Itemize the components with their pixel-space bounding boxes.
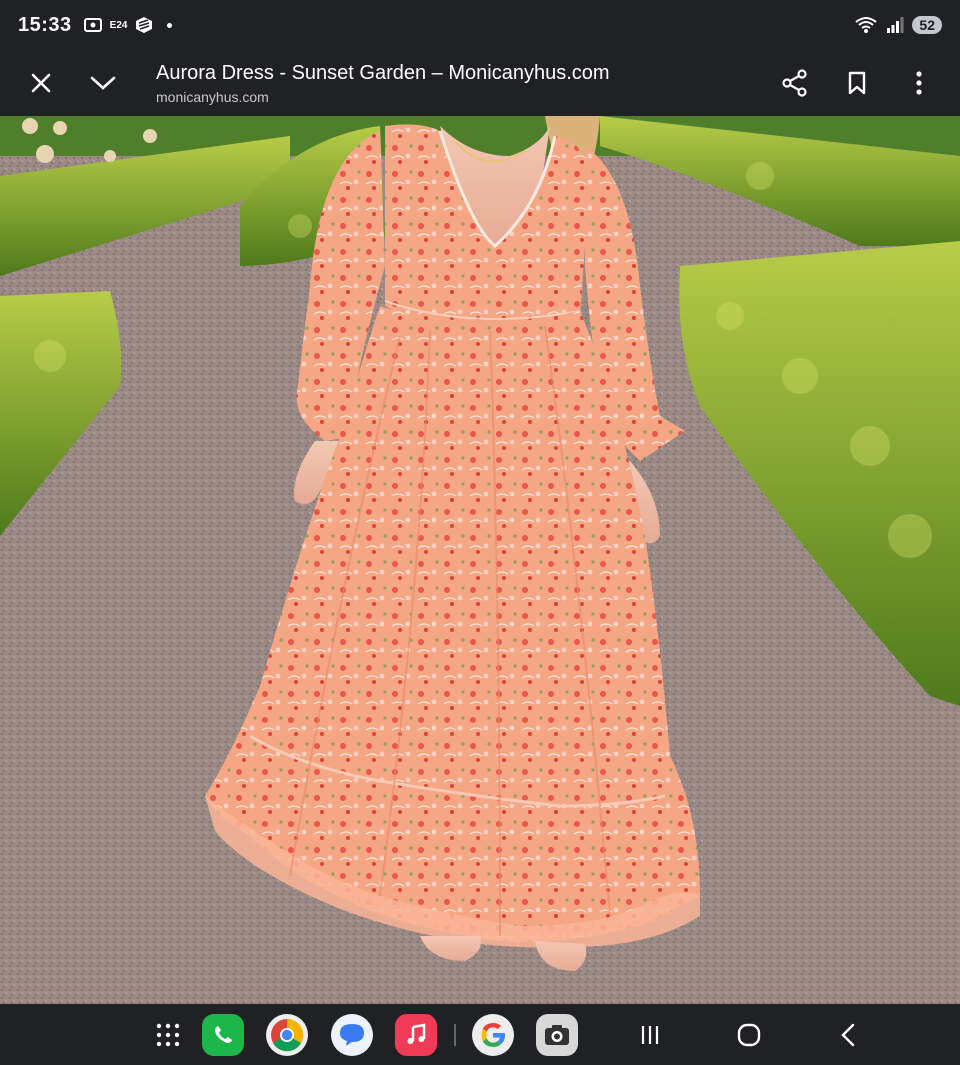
close-icon [31, 73, 51, 93]
page-title: Aurora Dress - Sunset Garden – Monicanyh… [156, 61, 610, 84]
messages-icon [340, 1024, 364, 1046]
status-notification-icons: E24 [83, 16, 173, 34]
bookmark-button[interactable] [826, 52, 888, 114]
close-button[interactable] [10, 52, 72, 114]
bookmark-icon [848, 71, 866, 95]
more-vert-icon [916, 71, 922, 95]
camera-icon [545, 1025, 569, 1045]
back-icon [841, 1023, 855, 1047]
recents-button[interactable] [635, 1020, 665, 1050]
chrome-icon [271, 1018, 304, 1052]
title-block[interactable]: Aurora Dress - Sunset Garden – Monicanyh… [156, 62, 764, 105]
messages-app[interactable] [331, 1014, 373, 1056]
music-app[interactable] [395, 1014, 437, 1056]
status-time: 15:33 [18, 13, 72, 36]
page-url: monicanyhus.com [156, 88, 269, 105]
custom-tab-toolbar: Aurora Dress - Sunset Garden – Monicanyh… [0, 50, 960, 116]
music-note-icon [407, 1023, 426, 1044]
share-icon [782, 69, 807, 97]
product-photo-viewer[interactable] [0, 116, 960, 1004]
navigation-bar [0, 1004, 960, 1065]
home-button[interactable] [734, 1020, 764, 1050]
minimize-button[interactable] [72, 52, 134, 114]
screen-record-icon [83, 18, 102, 32]
app-drawer-icon[interactable] [155, 1022, 181, 1048]
more-options-button[interactable] [888, 52, 950, 114]
signal-icon [887, 17, 904, 33]
phone-icon [215, 1026, 232, 1043]
recents-icon [641, 1026, 659, 1044]
battery-indicator: 52 [912, 16, 942, 34]
dress-photo [0, 116, 960, 1004]
chrome-app[interactable] [266, 1014, 308, 1056]
cube-app-icon [136, 17, 153, 33]
dock-separator [454, 1024, 456, 1046]
share-button[interactable] [764, 52, 826, 114]
google-icon [481, 1023, 505, 1047]
notification-dot [167, 22, 173, 28]
camera-app[interactable] [536, 1014, 578, 1056]
google-app[interactable] [472, 1014, 514, 1056]
chevron-down-icon [90, 76, 116, 90]
wifi-icon [855, 17, 878, 33]
status-bar: 15:33 E24 52 [0, 0, 960, 50]
phone-app[interactable] [202, 1014, 244, 1056]
network-badge: E24 [109, 19, 128, 31]
back-button[interactable] [833, 1020, 863, 1050]
home-icon [737, 1023, 761, 1047]
